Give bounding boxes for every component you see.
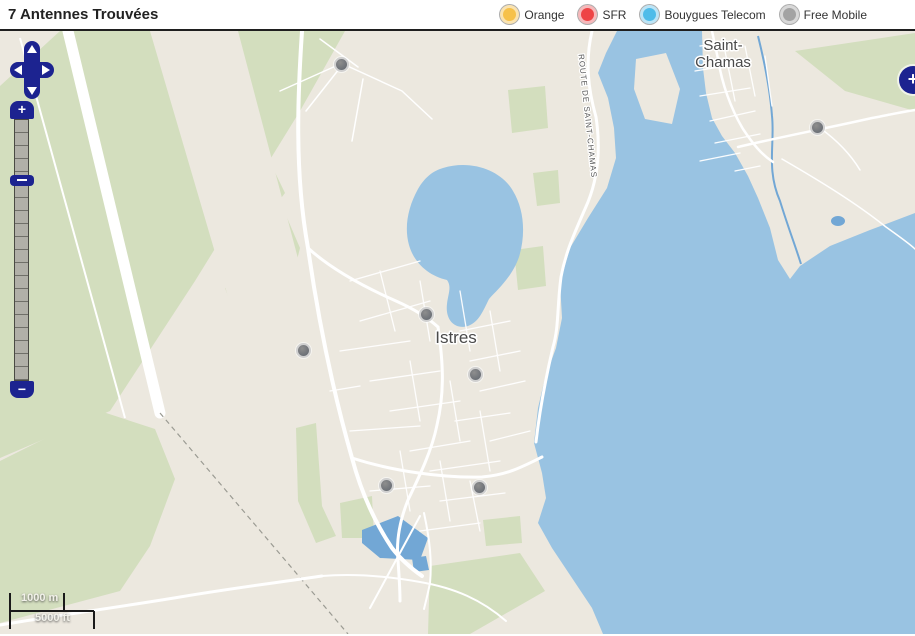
legend-item[interactable]: Orange xyxy=(503,8,564,22)
zoom-handle[interactable] xyxy=(10,175,34,186)
carrier-color-dot xyxy=(503,8,516,21)
carrier-color-dot xyxy=(581,8,594,21)
town-label-line1: Saint- xyxy=(703,37,742,54)
carrier-color-dot xyxy=(783,8,796,21)
antenna-marker[interactable] xyxy=(419,307,434,322)
legend-item[interactable]: SFR xyxy=(581,8,626,22)
carrier-color-dot xyxy=(643,8,656,21)
legend-item-label: Orange xyxy=(524,8,564,22)
header: 7 Antennes Trouvées Orange SFR Bouygues … xyxy=(0,0,915,31)
pan-control xyxy=(10,41,54,99)
arrow-down-icon xyxy=(27,87,37,95)
antenna-marker[interactable] xyxy=(334,57,349,72)
legend-item[interactable]: Bouygues Telecom xyxy=(643,8,765,22)
zoom-in-button[interactable]: + xyxy=(10,101,34,119)
antenna-marker[interactable] xyxy=(379,478,394,493)
map-canvas[interactable]: Istres Saint- Chamas ROUTE DE SAINT-CHAM… xyxy=(0,31,915,634)
map-svg: Istres Saint- Chamas ROUTE DE SAINT-CHAM… xyxy=(0,31,915,634)
town-label-line2: Chamas xyxy=(695,54,751,71)
antenna-marker[interactable] xyxy=(810,120,825,135)
arrow-up-icon xyxy=(27,45,37,53)
pan-down-button[interactable] xyxy=(26,85,38,97)
carrier-legend: Orange SFR Bouygues Telecom Free Mobile xyxy=(503,8,867,22)
city-label: Istres xyxy=(435,328,477,347)
antenna-marker[interactable] xyxy=(468,367,483,382)
page-title: 7 Antennes Trouvées xyxy=(8,6,158,23)
zoom-slider: + − xyxy=(10,101,34,398)
legend-item-label: SFR xyxy=(602,8,626,22)
arrow-right-icon xyxy=(42,65,50,75)
legend-item-label: Free Mobile xyxy=(804,8,867,22)
zoom-out-button[interactable]: − xyxy=(10,381,34,398)
pan-left-button[interactable] xyxy=(12,64,24,76)
antenna-marker[interactable] xyxy=(472,480,487,495)
legend-item-label: Bouygues Telecom xyxy=(664,8,765,22)
legend-item[interactable]: Free Mobile xyxy=(783,8,867,22)
antenna-marker[interactable] xyxy=(296,343,311,358)
zoom-track[interactable] xyxy=(14,119,29,381)
pan-up-button[interactable] xyxy=(26,43,38,55)
arrow-left-icon xyxy=(14,65,22,75)
pan-right-button[interactable] xyxy=(40,64,52,76)
